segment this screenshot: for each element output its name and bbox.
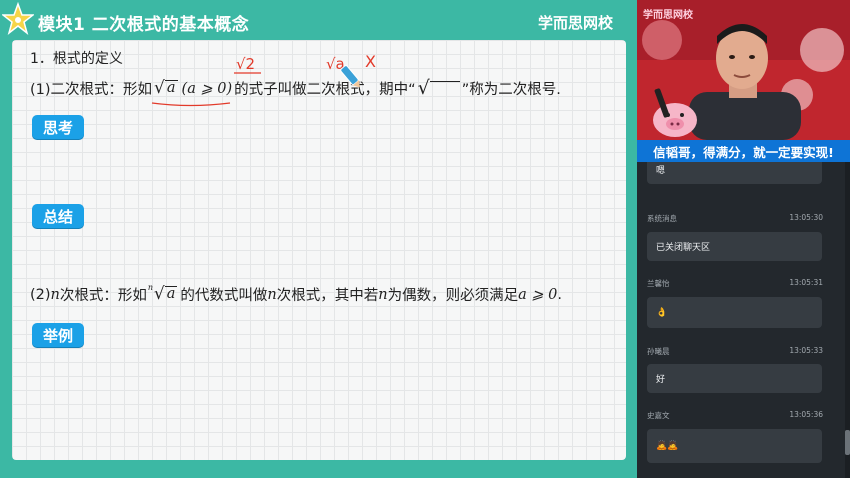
chat-text: 好 [656,375,666,385]
chat-bubble: 已关闭聊天区 [647,232,822,261]
sidebar: 学而思网校 信韬哥，得满分，就一定要实现! 嗯 系统消息 13:05:30 已关… [637,0,850,478]
chat-bubble: 好 [647,364,822,393]
line2-text-1: 次根式：形如 [59,288,147,304]
slogan-banner: 信韬哥，得满分，就一定要实现! [637,140,850,162]
teacher-video: 学而思网校 [637,0,850,140]
chat-sender: 史嘉文 [647,411,670,420]
line1-mid: 的式子叫做二次根式，期中“ [234,82,416,98]
chat-time: 13:05:31 [789,278,823,287]
annotation-sqrt-a: √a [326,55,345,73]
line2-text-4: 为偶数，则必须满足 [387,288,519,304]
line2-prefix: (2) [30,286,51,303]
var-n: n [267,286,277,303]
chat-emoji-icon: 👌 [656,307,668,318]
video-brand-overlay: 学而思网校 [643,8,694,21]
chat-bubble: 👌 [647,297,822,328]
definition-line-1: (1)二次根式：形如 √ a (a ⩾ 0) 的式子叫做二次根式，期中“ √ ”称… [30,78,561,99]
chat-time: 13:05:30 [789,213,823,222]
condition-formula: a ⩾ 0 [518,286,558,303]
condition-formula: (a ⩾ 0) [181,80,233,97]
radical-symbol: √ [418,79,460,98]
line2-text-2: 的代数式叫做 [180,288,268,304]
chat-text: 嗯 [656,165,666,176]
radical-sign-icon: √ [153,284,165,304]
lesson-panel: 模块1 二次根式的基本概念 学而思网校 1．根式的定义 (1)二次根式：形如 √… [0,0,637,478]
line1-suffix: ”称为二次根号. [461,82,561,98]
chat-list[interactable]: 嗯 系统消息 13:05:30 已关闭聊天区 兰馨怡 13:05:31 👌 孙曦… [637,162,850,478]
summary-button[interactable]: 总结 [32,204,85,228]
star-logo-icon [2,2,34,35]
chat-meta: 兰馨怡 13:05:31 [647,278,823,289]
chat-meta: 史嘉文 13:05:36 [647,410,823,421]
line2-end: . [557,286,562,303]
line1-prefix: (1)二次根式：形如 [30,82,153,98]
lesson-header: 模块1 二次根式的基本概念 学而思网校 [0,0,637,40]
condition-underline [151,102,231,107]
example-button[interactable]: 举例 [32,323,85,347]
radicand: a [164,286,178,303]
var-n: n [378,286,388,303]
radical-sign-icon: √ [417,77,430,99]
nth-root-formula: n √ a [148,283,180,304]
chat-time: 13:05:33 [789,346,823,355]
line2-text-3: 次根式，其中若 [276,288,379,304]
teacher-video-frame: 学而思网校 [637,0,850,140]
chat-meta: 系统消息 13:05:30 [647,213,823,224]
chat-sender: 孙曦晨 [647,347,670,356]
chat-scroll-thumb[interactable] [845,430,850,455]
var-n: n [50,286,60,303]
chat-emoji-icon: 🙇🙇 [656,441,679,451]
chat-text: 已关闭聊天区 [656,243,711,253]
annotation-sqrt2: √2 [236,55,255,73]
radical-sign-icon: √ [154,78,165,98]
chat-sender: 兰馨怡 [647,279,670,288]
chat-bubble: 嗯 [647,162,822,184]
sqrt-a-formula: √ a [154,80,178,97]
brand-logo: 学而思网校 [537,14,613,32]
annotation-cross: X [365,52,376,71]
chat-sender: 系统消息 [647,214,677,223]
slide-canvas: 1．根式的定义 (1)二次根式：形如 √ a (a ⩾ 0) 的式子叫做二次根式，… [12,40,626,460]
root-index: n [147,283,154,292]
module-title: 模块1 二次根式的基本概念 [38,15,250,35]
section-title: 1．根式的定义 [30,51,123,67]
chat-time: 13:05:36 [789,410,823,419]
radicand: a [164,80,178,97]
think-button[interactable]: 思考 [32,115,85,139]
definition-line-2: (2) n 次根式：形如 n √ a 的代数式叫做 n 次根式，其中若 n 为偶数… [30,283,562,305]
chat-bubble: 🙇🙇 [647,429,822,463]
chat-meta: 孙曦晨 13:05:33 [647,346,823,357]
